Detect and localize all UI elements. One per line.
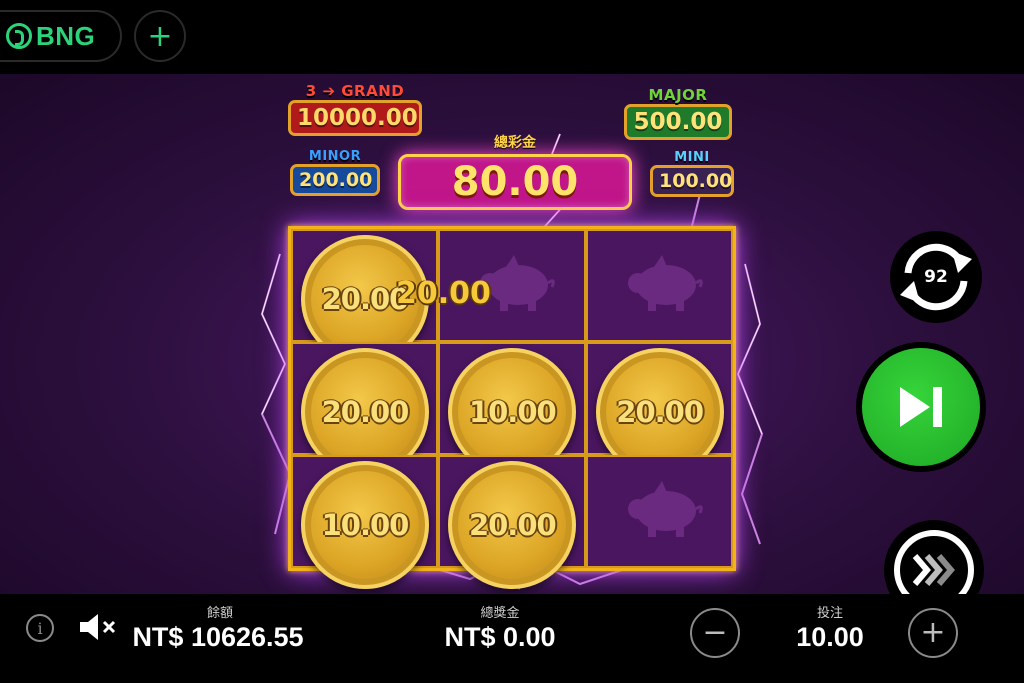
coin-value: 20.00 (616, 395, 704, 429)
total-win-panel: 總彩金 80.00 (398, 132, 632, 210)
top-bar: BNG + (0, 0, 1024, 74)
brand-text: BNG (36, 20, 96, 51)
reel-grid: 20.00 20.00 10.00 20.00 10.00 20.00 (288, 226, 736, 589)
turbo-button[interactable] (884, 520, 984, 594)
total-win-value: 80.00 (398, 154, 632, 210)
balance-label: 餘額 (206, 606, 233, 621)
total-win-label: 總彩金 (494, 135, 536, 151)
decrease-bet-button[interactable]: − (690, 608, 740, 658)
jackpot-major-label: MAJOR (648, 86, 708, 104)
sound-muted-icon[interactable] (78, 612, 118, 642)
jackpot-minor-label: MINOR (308, 149, 362, 164)
grid-cell: 20.00 (291, 342, 439, 476)
jackpot-grand-value: 10000.00 (288, 100, 422, 136)
game-scene: 3 ➔ GRAND 10000.00 MAJOR 500.00 MINOR 20… (0, 74, 1024, 594)
jackpot-mini: MINI 100.00 (650, 150, 734, 197)
grid-cell (585, 229, 733, 342)
skip-next-icon (900, 387, 942, 427)
jackpot-grand-label: 3 ➔ GRAND (305, 82, 405, 100)
win-label: 總獎金 (480, 606, 520, 621)
minus-icon: − (702, 615, 728, 650)
grid-cell: 10.00 (438, 342, 586, 476)
grid-cell: 20.00 (438, 455, 586, 589)
jackpot-mini-label: MINI (674, 150, 710, 165)
coin-symbol: 10.00 (301, 461, 429, 589)
increase-bet-button[interactable]: + (908, 608, 958, 658)
coin-value: 10.00 (468, 395, 557, 429)
jackpot-mini-value: 100.00 (650, 165, 734, 197)
coin-value: 20.00 (321, 395, 410, 429)
brand-logo[interactable]: BNG (0, 10, 122, 62)
spin-button-face (862, 348, 980, 466)
bng-logo-icon (6, 23, 32, 49)
jackpot-minor: MINOR 200.00 (290, 149, 380, 196)
jackpot-grand: 3 ➔ GRAND 10000.00 (288, 82, 422, 136)
coin-value: 10.00 (321, 508, 410, 542)
grid-cell: 10.00 (291, 455, 439, 589)
piggy-bank-icon (627, 481, 703, 537)
jackpot-major: MAJOR 500.00 (624, 86, 732, 140)
autospin-button[interactable]: 92 (886, 229, 986, 325)
bet-value: 10.00 (796, 622, 864, 652)
coin-value: 20.00 (468, 508, 557, 542)
jackpot-minor-value: 200.00 (290, 164, 380, 196)
bet-label: 投注 (816, 606, 843, 621)
autospin-count: 92 (924, 267, 948, 287)
win-value: NT$ 0.00 (444, 622, 556, 652)
floating-win-value: 20.00 (396, 276, 491, 311)
spin-button[interactable] (856, 342, 986, 472)
bottom-bar: i 餘額 NT$ 10626.55 總獎金 NT$ 0.00 − 投注 10.0… (0, 594, 1024, 683)
grid-cell (585, 455, 733, 568)
grid-cell: 20.00 (585, 342, 733, 476)
plus-icon: + (147, 18, 173, 54)
piggy-bank-icon (627, 255, 703, 311)
plus-icon: + (920, 615, 946, 650)
add-button[interactable]: + (134, 10, 186, 62)
jackpot-major-value: 500.00 (624, 104, 732, 140)
fast-forward-icon (894, 530, 974, 594)
coin-symbol: 20.00 (448, 461, 577, 589)
info-icon[interactable]: i (26, 614, 54, 642)
balance-value: NT$ 10626.55 (132, 622, 304, 652)
